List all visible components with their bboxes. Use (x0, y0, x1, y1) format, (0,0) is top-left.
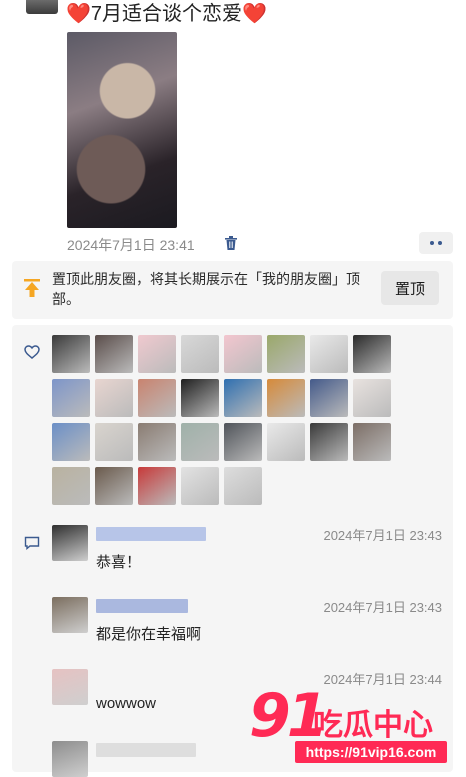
liker-avatar[interactable] (353, 335, 391, 373)
commenter-avatar[interactable] (52, 669, 88, 705)
post-text: ❤️7月适合谈个恋爱❤️ (66, 2, 267, 26)
more-icon (430, 241, 434, 245)
commenter-avatar[interactable] (52, 597, 88, 633)
liker-avatar[interactable] (181, 423, 219, 461)
trash-icon[interactable] (225, 236, 237, 250)
heart-emoji-left: ❤️ (66, 3, 91, 25)
liker-avatar[interactable] (310, 423, 348, 461)
post-timestamp: 2024年7月1日 23:41 (67, 237, 195, 253)
pin-button[interactable]: 置顶 (381, 271, 439, 305)
poster-avatar[interactable] (26, 0, 58, 14)
liker-avatar[interactable] (138, 467, 176, 505)
liker-avatar[interactable] (267, 379, 305, 417)
comment-text: wowwow (96, 695, 157, 712)
watermark-url: https://91vip16.com (295, 741, 447, 763)
pin-message: 置顶此朋友圈，将其长期展示在「我的朋友圈」顶部。 (52, 271, 360, 307)
liker-avatar[interactable] (52, 379, 90, 417)
liker-avatar[interactable] (52, 423, 90, 461)
comment-time: 2024年7月1日 23:43 (323, 600, 442, 615)
pin-up-icon (24, 279, 40, 297)
commenter-name-blurred[interactable] (96, 599, 188, 613)
liker-avatar[interactable] (353, 423, 391, 461)
commenter-avatar[interactable] (52, 525, 88, 561)
comment-text: 都是你在幸福啊 (96, 626, 202, 643)
liker-avatar[interactable] (310, 335, 348, 373)
watermark-brand: 吃瓜中心 (313, 709, 433, 742)
liker-avatar[interactable] (353, 379, 391, 417)
liker-avatar[interactable] (181, 335, 219, 373)
liker-avatar[interactable] (224, 467, 262, 505)
post-caption: 7月适合谈个恋爱 (90, 3, 243, 25)
liker-avatar[interactable] (267, 335, 305, 373)
heart-emoji-right: ❤️ (242, 3, 267, 25)
liker-avatar[interactable] (181, 379, 219, 417)
commenter-name-blurred[interactable] (96, 743, 196, 757)
liker-avatar[interactable] (224, 335, 262, 373)
liker-avatar[interactable] (95, 335, 133, 373)
liker-avatar[interactable] (95, 423, 133, 461)
watermark: 91 吃瓜中心 https://91vip16.com (249, 686, 449, 766)
commenter-name-blurred[interactable] (96, 527, 206, 541)
liker-avatar[interactable] (138, 423, 176, 461)
comment-time: 2024年7月1日 23:43 (323, 528, 442, 543)
liker-avatar[interactable] (95, 379, 133, 417)
likes-grid (52, 335, 402, 505)
liker-avatar[interactable] (52, 335, 90, 373)
liker-avatar[interactable] (224, 423, 262, 461)
liker-avatar[interactable] (138, 335, 176, 373)
liker-avatar[interactable] (95, 467, 133, 505)
liker-avatar[interactable] (181, 467, 219, 505)
liker-avatar[interactable] (52, 467, 90, 505)
comment-text: 恭喜！ (96, 554, 142, 571)
liker-avatar[interactable] (267, 423, 305, 461)
pin-banner: 置顶此朋友圈，将其长期展示在「我的朋友圈」顶部。 置顶 (12, 261, 453, 319)
liker-avatar[interactable] (138, 379, 176, 417)
liker-avatar[interactable] (224, 379, 262, 417)
post-photo[interactable] (67, 32, 177, 228)
comment-icon (24, 536, 40, 550)
heart-outline-icon (24, 345, 40, 359)
liker-avatar[interactable] (310, 379, 348, 417)
more-button[interactable] (419, 232, 453, 254)
